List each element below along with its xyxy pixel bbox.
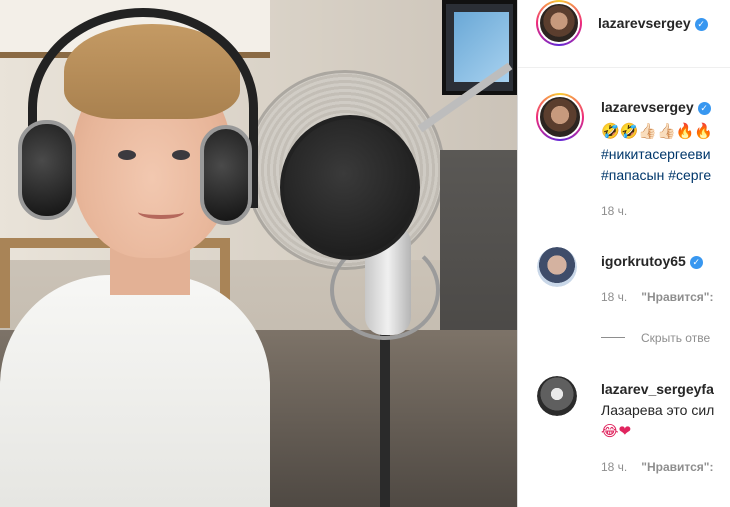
author-avatar[interactable] — [536, 0, 582, 46]
comment-meta: 18 ч. "Нравится": — [601, 290, 714, 304]
caption-hashtag-line-2[interactable]: #папасын #серге — [601, 165, 711, 185]
caption-avatar[interactable] — [536, 93, 584, 141]
comment-meta: 18 ч. "Нравится": — [601, 460, 714, 474]
comment-text: Лазарева это сил — [601, 402, 715, 418]
headphones-left-cup — [18, 120, 76, 220]
headphones-right-cup — [200, 125, 252, 225]
caption-time: 18 ч. — [601, 204, 628, 218]
post-header: lazarevsergey ✓ — [518, 0, 730, 68]
pop-filter — [280, 115, 420, 260]
verified-badge-icon: ✓ — [694, 18, 708, 31]
caption-username[interactable]: lazarevsergey ✓ — [601, 99, 711, 115]
comment-avatar[interactable] — [537, 376, 577, 416]
replies-divider — [601, 337, 625, 338]
author-username[interactable]: lazarevsergey ✓ — [598, 15, 708, 31]
comment-username[interactable]: lazarev_sergeyfa — [601, 381, 714, 397]
caption-hashtag-line-1[interactable]: #никитасергееви — [601, 144, 711, 164]
verified-badge-icon: ✓ — [697, 102, 711, 115]
verified-badge-icon: ✓ — [689, 256, 703, 269]
comment-username[interactable]: igorkrutoy65 ✓ — [601, 253, 703, 269]
mic-stand — [380, 330, 390, 507]
post-photo[interactable] — [0, 0, 517, 507]
studio-monitor — [442, 0, 517, 95]
comments-panel: lazarevsergey ✓ lazarevsergey ✓ 🤣🤣👍🏻👍🏻🔥🔥 #… — [517, 0, 730, 507]
caption-emoji-line: 🤣🤣👍🏻👍🏻🔥🔥 — [601, 122, 714, 140]
boy-tshirt — [0, 275, 270, 507]
likes-link[interactable]: "Нравится": — [641, 460, 713, 474]
likes-link[interactable]: "Нравится": — [641, 290, 713, 304]
hide-replies-button[interactable]: Скрыть отве — [601, 331, 710, 345]
comment-avatar[interactable] — [537, 247, 577, 287]
comment-emoji: 😂❤ — [601, 422, 632, 440]
